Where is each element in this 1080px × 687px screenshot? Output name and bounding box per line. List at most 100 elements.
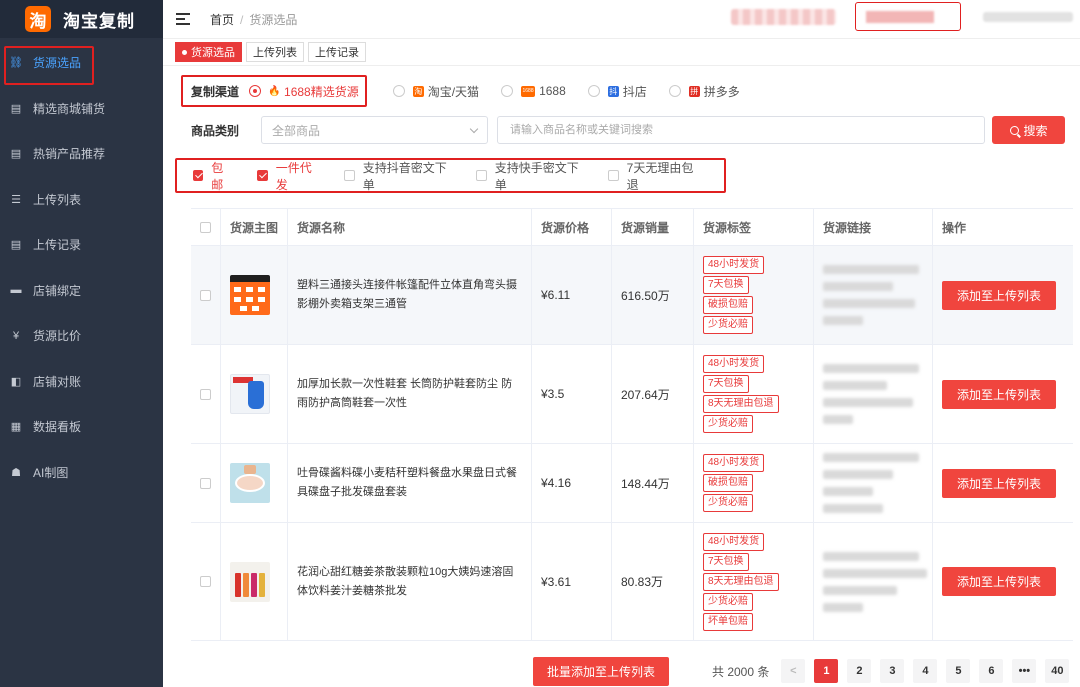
source-tag: 7天包换 (703, 552, 749, 571)
page-button[interactable]: 2 (847, 659, 872, 683)
product-name[interactable]: 吐骨碟酱料碟小麦秸秆塑料餐盘水果盘日式餐具碟盘子批发碟盘套装 (288, 444, 532, 522)
filter-checkbox-4[interactable]: 7天无理由包退 (608, 159, 700, 193)
search-input[interactable] (497, 116, 986, 144)
source-tag: 48小时发货 (703, 532, 765, 551)
tag-list: 48小时发货 7天包换 8天无理由包退 少货必赔 坏单包赔 (694, 523, 814, 640)
tab-upload-list[interactable]: 上传列表 (246, 42, 304, 62)
radio-circle (392, 85, 405, 97)
product-image[interactable] (230, 561, 270, 602)
source-tag: 少货必赔 (703, 316, 753, 334)
product-image[interactable] (230, 374, 270, 414)
product-image[interactable] (230, 275, 270, 315)
menu-fold-icon[interactable] (176, 13, 190, 25)
channel-label: 淘宝/天猫 (427, 84, 480, 99)
app-logo[interactable]: 淘 淘宝复制 (0, 0, 163, 38)
more-pages-icon[interactable]: ••• (1012, 659, 1037, 683)
sidebar-item-0[interactable]: ⛓ 货源选品 (0, 40, 163, 86)
radio-circle (501, 85, 514, 97)
source-tag: 48小时发货 (703, 256, 765, 274)
search-button[interactable]: 搜索 (992, 116, 1066, 144)
option-filters: 包邮 一件代发 支持抖音密文下单 支持快手密文下单 7天无理由包退 (175, 158, 726, 193)
sidebar-item-2[interactable]: ▤ 热销产品推荐 (0, 131, 163, 177)
channel-radio-1[interactable]: 淘淘宝/天猫 (392, 83, 480, 100)
filter-checkbox-3[interactable]: 支持快手密文下单 (476, 159, 584, 193)
source-tag: 48小时发货 (703, 355, 765, 373)
page-button[interactable]: 1 (814, 659, 839, 683)
category-select[interactable]: 全部商品 (261, 116, 489, 144)
page-button[interactable]: 40 (1045, 659, 1070, 683)
product-name[interactable]: 花润心甜红糖姜茶散装颗粒10g大姨妈速溶固体饮料姜汁姜糖茶批发 (288, 523, 532, 640)
select-all-checkbox[interactable] (191, 209, 221, 245)
sidebar-item-3[interactable]: ☰ 上传列表 (0, 177, 163, 223)
row-checkbox[interactable] (191, 523, 221, 640)
filter-checkbox-1[interactable]: 一件代发 (257, 159, 320, 193)
source-link[interactable] (814, 246, 933, 344)
channel-radio-2[interactable]: 1688 1688 (501, 84, 566, 98)
channel-radio-4[interactable]: 拼拼多多 (668, 83, 740, 100)
source-link[interactable] (814, 523, 933, 640)
source-table: 货源主图 货源名称 货源价格 货源销量 货源标签 货源链接 操作 塑料三通接头连… (191, 208, 1073, 641)
pagination-bar: 批量添加至上传列表 共 2000 条 < 1 2 3 4 5 6 ••• 40 (533, 656, 1078, 686)
header-image: 货源主图 (221, 209, 288, 245)
sidebar-item-7[interactable]: ◧ 店铺对账 (0, 359, 163, 405)
add-to-upload-button[interactable]: 添加至上传列表 (942, 280, 1056, 310)
sidebar-item-9[interactable]: ☗ AI制图 (0, 450, 163, 496)
radio-circle (668, 85, 681, 97)
page-button[interactable]: 3 (880, 659, 905, 683)
add-to-upload-button[interactable]: 添加至上传列表 (942, 567, 1056, 596)
channel-radio-3[interactable]: 抖抖店 (587, 83, 647, 100)
product-name[interactable]: 塑料三通接头连接件帐篷配件立体直角弯头摄影棚外卖箱支架三通管 (288, 246, 532, 344)
channel-radio-0[interactable]: 🔥 1688精选货源 (249, 83, 359, 100)
yen-icon: ¥ (12, 329, 20, 342)
image-cell (221, 444, 288, 522)
tab-upload-records[interactable]: 上传记录 (308, 42, 366, 62)
search-button-label: 搜索 (1023, 123, 1048, 138)
user-account-box[interactable] (855, 2, 961, 31)
table-header: 货源主图 货源名称 货源价格 货源销量 货源标签 货源链接 操作 (191, 209, 1073, 246)
filter-checkbox-0[interactable]: 包邮 (193, 159, 233, 193)
add-to-upload-button[interactable]: 添加至上传列表 (942, 468, 1056, 498)
header-price: 货源价格 (532, 209, 612, 245)
sidebar-item-6[interactable]: ¥ 货源比价 (0, 313, 163, 359)
image-cell (221, 523, 288, 640)
robot-icon: ☗ (11, 466, 21, 479)
product-name[interactable]: 加厚加长款一次性鞋套 长筒防护鞋套防尘 防雨防护高筒鞋套一次性 (288, 345, 532, 443)
filter-checkbox-2[interactable]: 支持抖音密文下单 (344, 159, 452, 193)
sidebar-item-5[interactable]: ▬ 店铺绑定 (0, 268, 163, 314)
breadcrumb-current: 货源选品 (249, 12, 298, 27)
image-cell (221, 345, 288, 443)
bulk-add-button[interactable]: 批量添加至上传列表 (533, 656, 669, 686)
channel-logo-icon: 拼 (688, 85, 700, 97)
source-link[interactable] (814, 345, 933, 443)
sidebar-item-label: 货源比价 (33, 329, 82, 344)
add-to-upload-button[interactable]: 添加至上传列表 (942, 379, 1056, 409)
sidebar-menu: ⛓ 货源选品 ▤ 精选商城铺货 ▤ 热销产品推荐 ☰ 上传列表 ▤ 上传记录 ▬ 店铺绑定 ¥ 货源比价 ◧… (0, 40, 163, 495)
channel-logo-icon: 淘 (412, 85, 424, 97)
sidebar-item-8[interactable]: ▦ 数据看板 (0, 404, 163, 450)
sidebar-item-4[interactable]: ▤ 上传记录 (0, 222, 163, 268)
source-tag: 48小时发货 (703, 454, 765, 472)
row-checkbox[interactable] (191, 444, 221, 522)
product-sales: 80.83万 (612, 523, 694, 640)
product-sales: 616.50万 (612, 246, 694, 344)
book-icon: ◧ (10, 375, 22, 388)
row-checkbox[interactable] (191, 246, 221, 344)
product-image[interactable] (230, 463, 270, 503)
channel-filter: 复制渠道 🔥 1688精选货源 淘淘宝/天猫 1688 1688 抖抖店 拼拼多多 (181, 75, 762, 107)
tab-source-selection[interactable]: 货源选品 (175, 42, 242, 62)
row-checkbox[interactable] (191, 345, 221, 443)
page-button[interactable]: 6 (979, 659, 1004, 683)
source-tag: 少货必赔 (703, 415, 753, 433)
breadcrumb: 首页 / 货源选品 (210, 11, 297, 28)
breadcrumb-home[interactable]: 首页 (210, 13, 234, 27)
page-button[interactable]: 4 (913, 659, 938, 683)
lock-icon: ▬ (10, 284, 22, 297)
product-sales: 148.44万 (612, 444, 694, 522)
sidebar-item-1[interactable]: ▤ 精选商城铺货 (0, 86, 163, 132)
source-link[interactable] (814, 444, 933, 522)
page-button[interactable]: 5 (946, 659, 971, 683)
sidebar-item-label: 上传记录 (33, 238, 82, 253)
redacted-username[interactable] (983, 12, 1073, 22)
prev-page-button[interactable]: < (781, 659, 806, 683)
header-sales: 货源销量 (612, 209, 694, 245)
